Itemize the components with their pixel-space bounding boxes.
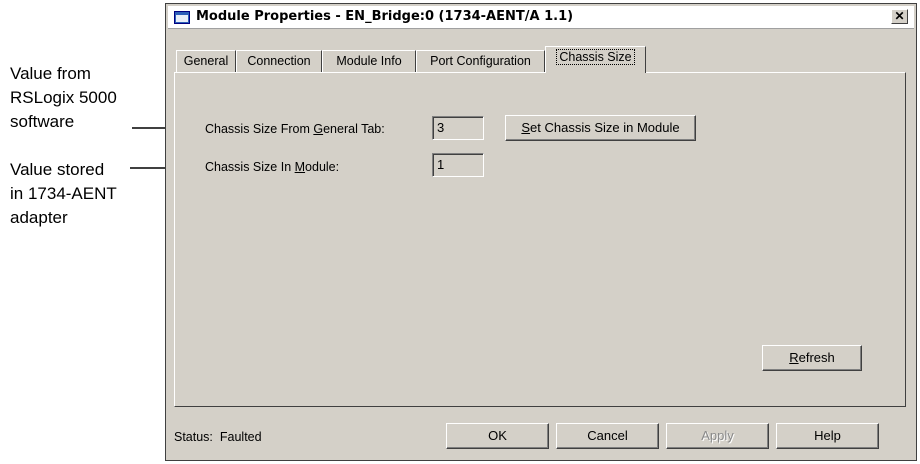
tab-connection[interactable]: Connection — [236, 50, 322, 72]
help-button[interactable]: Help — [776, 423, 879, 449]
annotation-line: adapter — [10, 208, 68, 227]
chassis-size-in-module-field: 1 — [432, 153, 484, 177]
window-icon — [174, 11, 190, 24]
annotation-line: software — [10, 112, 75, 131]
close-icon[interactable]: ✕ — [891, 9, 908, 24]
apply-button: Apply — [666, 423, 769, 449]
tab-label: Connection — [247, 54, 311, 68]
tab-chassis-size[interactable]: Chassis Size — [545, 46, 646, 73]
tab-label: General — [183, 54, 229, 68]
tab-general[interactable]: General — [176, 50, 236, 72]
status-value: Faulted — [219, 430, 262, 444]
window-title: Module Properties - EN_Bridge:0 (1734-AE… — [196, 9, 574, 24]
cancel-button[interactable]: Cancel — [556, 423, 659, 449]
tab-label: Module Info — [336, 54, 402, 68]
refresh-button[interactable]: Refresh — [762, 345, 862, 371]
tab-label: Chassis Size — [556, 49, 635, 65]
chassis-size-from-general-label: Chassis Size From General Tab: — [205, 122, 385, 136]
annotation-line: in 1734-AENT — [10, 184, 117, 203]
annotation-software-value: Value from RSLogix 5000 software — [10, 62, 117, 134]
annotation-adapter-value: Value stored in 1734-AENT adapter — [10, 158, 117, 230]
ok-button[interactable]: OK — [446, 423, 549, 449]
chassis-size-from-general-field: 3 — [432, 116, 484, 140]
chassis-size-in-module-label: Chassis Size In Module: — [205, 160, 340, 174]
tab-port-configuration[interactable]: Port Configuration — [416, 50, 545, 72]
status-text: Status: Faulted — [174, 430, 262, 444]
title-bar: Module Properties - EN_Bridge:0 (1734-AE… — [168, 6, 914, 29]
tab-module-info[interactable]: Module Info — [322, 50, 416, 72]
set-chassis-size-button[interactable]: Set Chassis Size in Module — [505, 115, 696, 141]
annotation-line: RSLogix 5000 — [10, 88, 117, 107]
tab-label: Port Configuration — [430, 54, 531, 68]
annotation-line: Value from — [10, 64, 91, 83]
annotation-line: Value stored — [10, 160, 105, 179]
